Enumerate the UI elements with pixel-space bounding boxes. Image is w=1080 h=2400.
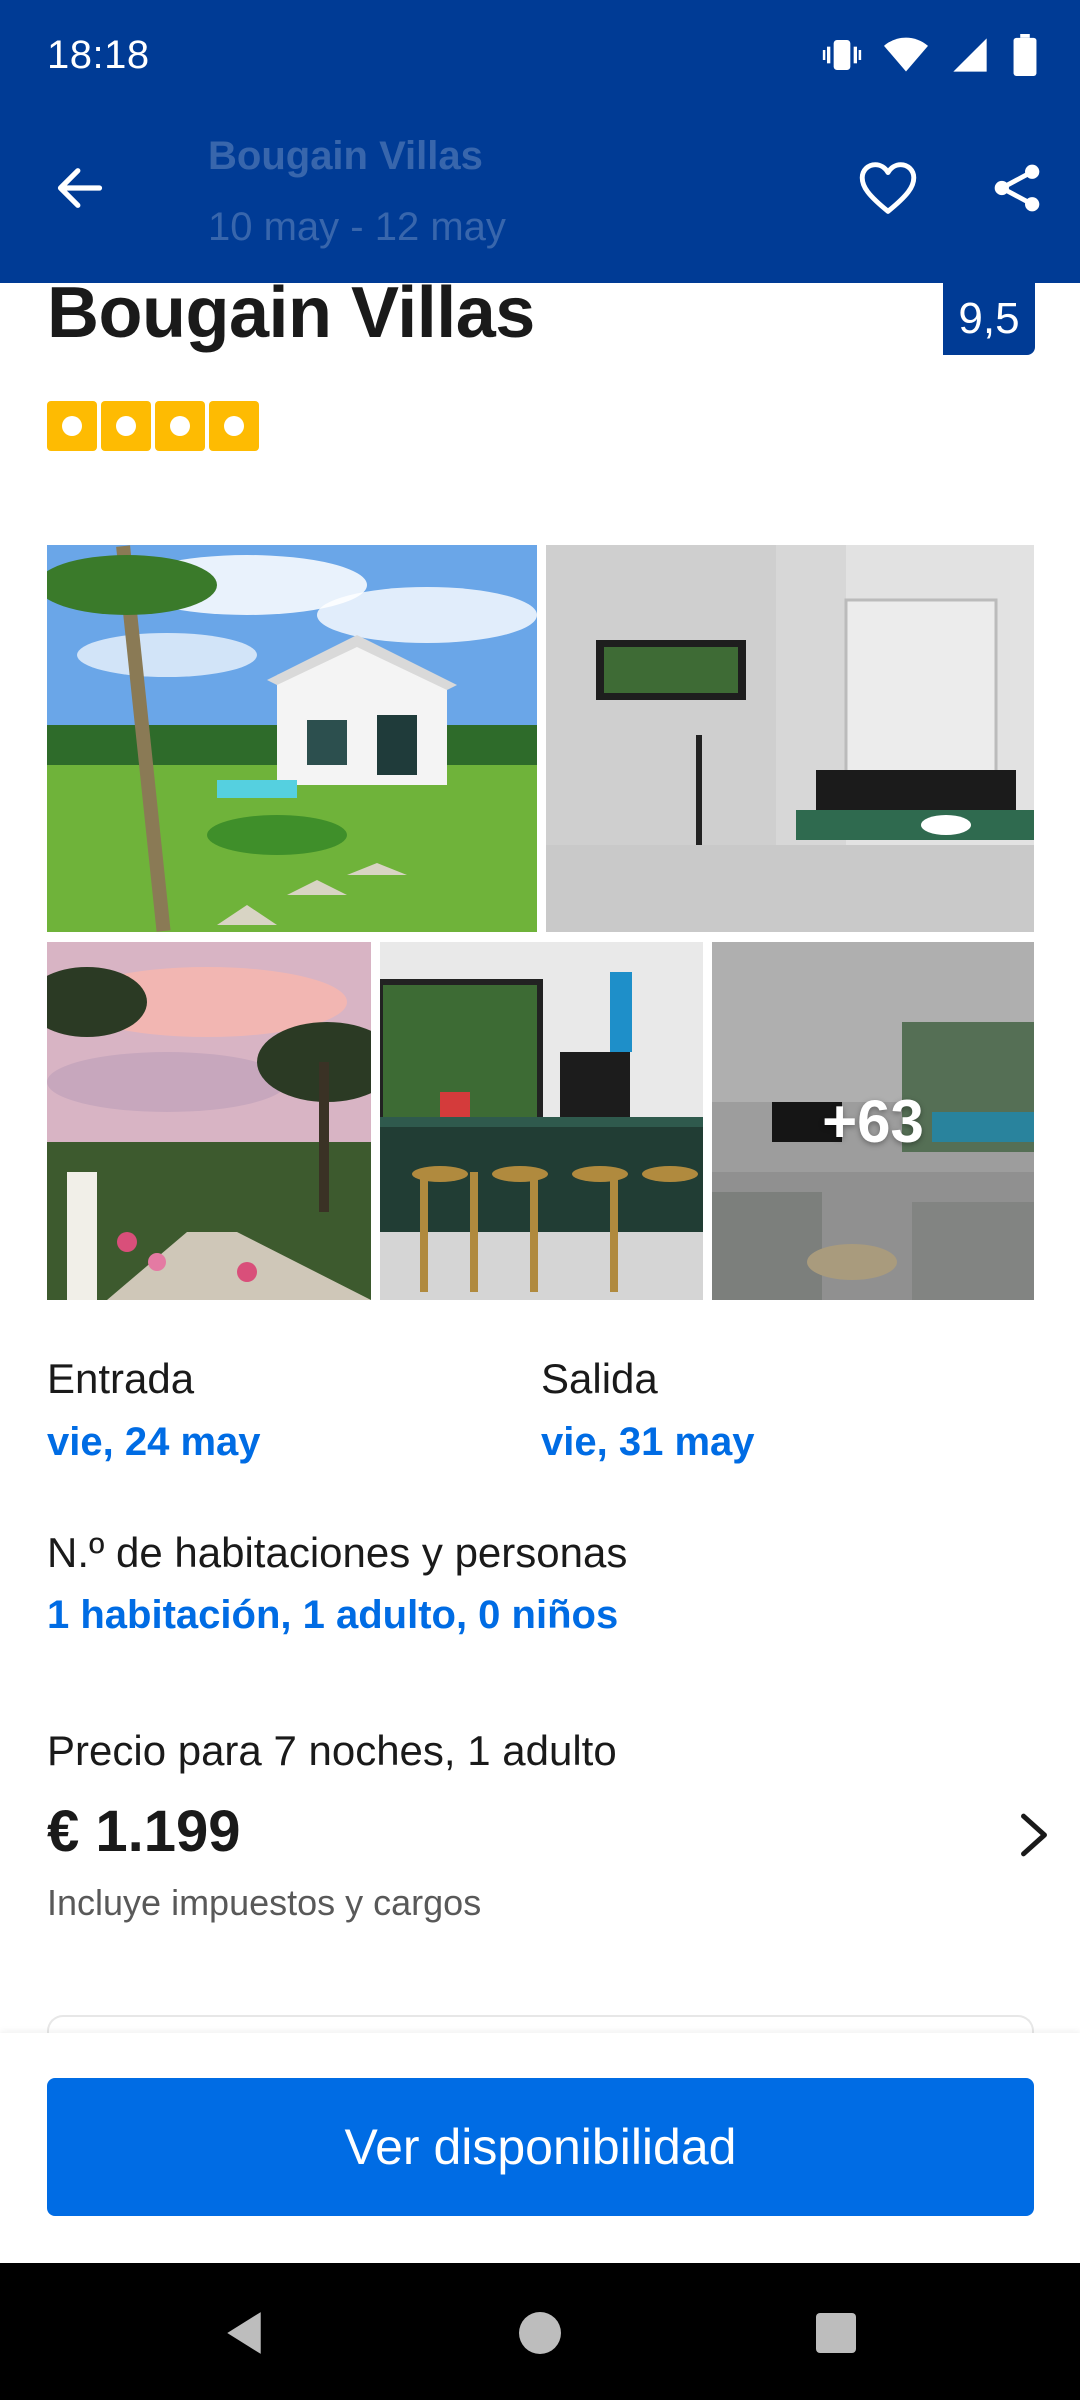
nav-recents-icon[interactable] xyxy=(806,2303,866,2363)
photo-kitchen-bar[interactable] xyxy=(380,942,703,1300)
price-note: Incluye impuestos y cargos xyxy=(47,1882,482,1923)
star-icon xyxy=(101,401,151,451)
star-rating xyxy=(47,401,259,451)
price-label: Precio para 7 noches, 1 adulto xyxy=(47,1727,617,1774)
heart-icon xyxy=(858,161,918,220)
photo-garden-sunset[interactable] xyxy=(47,942,371,1300)
battery-icon xyxy=(1012,34,1038,81)
checkout-date[interactable]: vie, 31 may xyxy=(541,1420,755,1465)
star-icon xyxy=(155,401,205,451)
review-score-badge[interactable]: 9,5 xyxy=(943,283,1035,355)
system-nav-bar xyxy=(0,2263,1080,2400)
share-icon xyxy=(991,162,1043,219)
photo-bathroom[interactable] xyxy=(546,545,1034,932)
checkout-label: Salida xyxy=(541,1355,658,1402)
chevron-right-icon[interactable] xyxy=(1010,1805,1058,1865)
guests-label: N.º de habitaciones y personas xyxy=(47,1529,628,1576)
price-summary[interactable]: Precio para 7 noches, 1 adulto € 1.199 I… xyxy=(0,1710,1080,1940)
favorite-button[interactable] xyxy=(848,150,928,230)
nav-home-icon[interactable] xyxy=(510,2303,570,2363)
more-photos-count: +63 xyxy=(822,1087,924,1155)
vibrate-icon xyxy=(822,35,862,80)
wifi-icon xyxy=(884,35,928,80)
status-icons xyxy=(822,34,1038,81)
toolbar-dates: 10 may - 12 may xyxy=(208,205,506,249)
nav-back-icon[interactable] xyxy=(214,2303,274,2363)
star-icon xyxy=(209,401,259,451)
share-button[interactable] xyxy=(977,150,1057,230)
photo-villa-exterior[interactable] xyxy=(47,545,537,932)
app-bar: 18:18 Bougain Villas 10 may - 12 may xyxy=(0,0,1080,283)
star-icon xyxy=(47,401,97,451)
toolbar-title: Bougain Villas xyxy=(208,134,483,178)
see-availability-button[interactable]: Ver disponibilidad xyxy=(47,2078,1034,2216)
cta-bar: Ver disponibilidad xyxy=(0,2033,1080,2263)
property-page: 18:18 Bougain Villas 10 may - 12 may Bou… xyxy=(0,0,1080,2400)
checkin-label: Entrada xyxy=(47,1355,195,1402)
photo-living-room[interactable]: +63 xyxy=(712,942,1034,1300)
checkin-date[interactable]: vie, 24 may xyxy=(47,1420,261,1465)
guests-value[interactable]: 1 habitación, 1 adulto, 0 niños xyxy=(47,1593,618,1638)
back-arrow-icon xyxy=(54,162,106,219)
property-name: Bougain Villas xyxy=(47,273,535,353)
back-button[interactable] xyxy=(40,150,120,230)
status-time: 18:18 xyxy=(47,33,150,77)
price-value: € 1.199 xyxy=(47,1799,241,1864)
signal-icon xyxy=(950,35,990,80)
